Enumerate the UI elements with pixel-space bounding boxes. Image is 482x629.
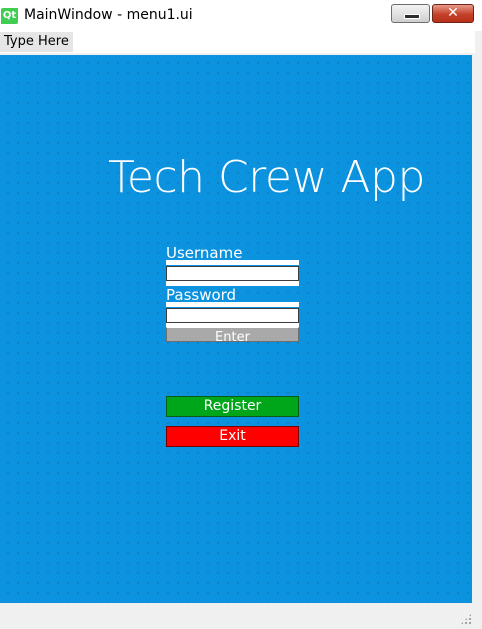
size-grip-icon[interactable] [460, 613, 472, 625]
minimize-button[interactable] [391, 4, 430, 23]
window-frame [475, 31, 482, 53]
register-button[interactable]: Register [166, 396, 299, 417]
close-button[interactable]: ✕ [432, 4, 474, 23]
qt-logo-icon: Qt [1, 8, 18, 24]
app-title: Tech Crew App [108, 152, 425, 203]
window-title: MainWindow - menu1.ui [24, 7, 193, 23]
username-label: Username [166, 245, 299, 265]
title-bar[interactable]: Qt MainWindow - menu1.ui ✕ [0, 0, 482, 31]
exit-button[interactable]: Exit [166, 426, 299, 447]
password-input[interactable] [166, 308, 299, 323]
status-bar [0, 603, 482, 629]
main-window: Qt MainWindow - menu1.ui ✕ Type Here Tec… [0, 0, 482, 629]
password-label: Password [166, 287, 299, 307]
minimize-icon [404, 14, 420, 19]
central-widget: Tech Crew App Username Password Enter Re… [0, 55, 472, 603]
window-right-edge [472, 55, 482, 603]
username-label-underline [166, 260, 299, 265]
menu-item-type-here[interactable]: Type Here [0, 32, 73, 52]
menu-bar: Type Here [0, 31, 475, 53]
password-label-underline [166, 302, 299, 307]
close-icon: ✕ [447, 5, 459, 21]
username-input[interactable] [166, 266, 299, 281]
enter-button[interactable]: Enter [166, 327, 299, 342]
